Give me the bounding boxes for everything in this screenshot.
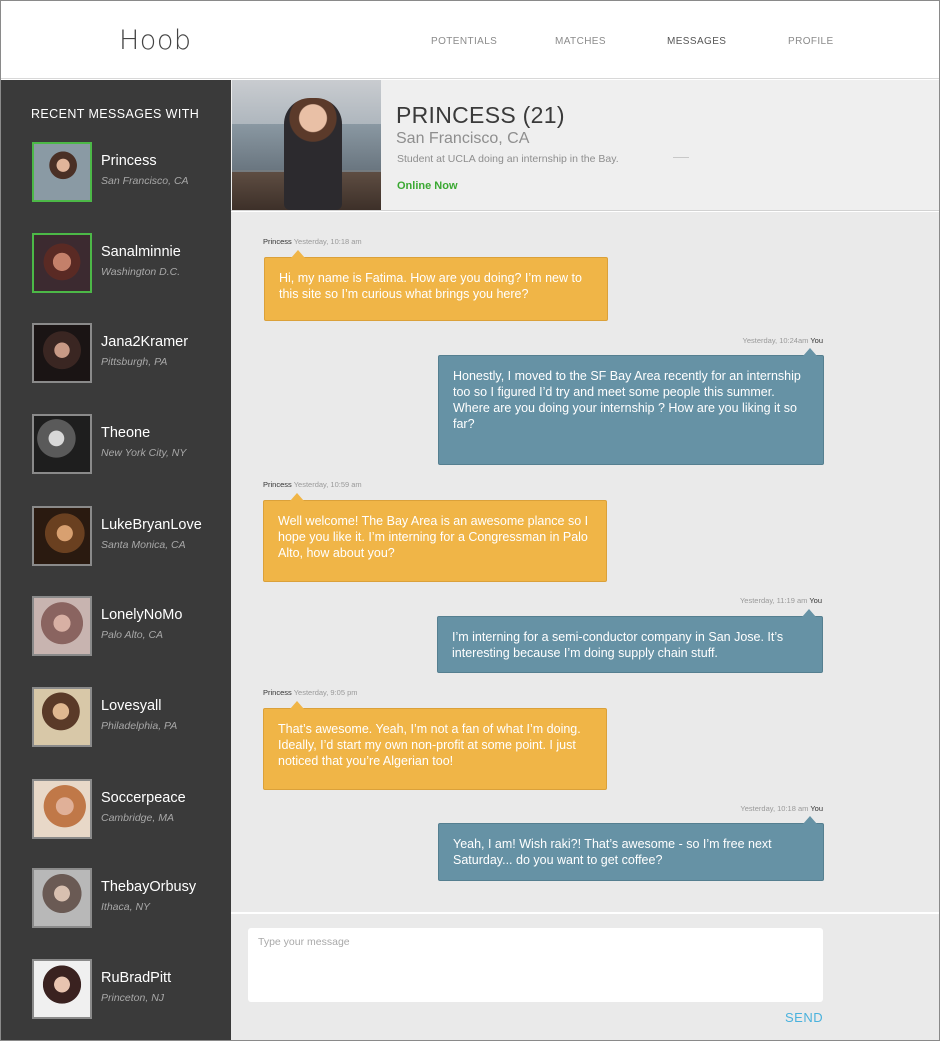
contact-avatar	[32, 233, 92, 293]
message-sender: You	[809, 596, 822, 605]
contact-location: Princeton, NJ	[101, 992, 165, 1004]
contact-item-princess[interactable]: Princess San Francisco, CA	[32, 142, 228, 204]
message-bubble-received: Well welcome! The Bay Area is an awesome…	[263, 493, 607, 582]
nav-profile[interactable]: PROFILE	[788, 36, 834, 47]
message-time: Yesterday, 10:18 am	[740, 804, 809, 813]
message-sender: Princess	[263, 480, 292, 489]
message-sender: Princess	[263, 237, 292, 246]
contact-avatar	[32, 687, 92, 747]
message-bubble-sent: I’m interning for a semi-conductor compa…	[437, 609, 823, 673]
profile-bio: Student at UCLA doing an internship in t…	[397, 153, 619, 165]
message-input[interactable]	[248, 928, 823, 1002]
message-time: Yesterday, 10:24am	[742, 336, 809, 345]
contact-avatar	[32, 323, 92, 383]
contact-name: LonelyNoMo	[101, 607, 183, 623]
nav-potentials[interactable]: POTENTIALS	[431, 36, 497, 47]
message-bubble-sent: Honestly, I moved to the SF Bay Area rec…	[438, 348, 824, 465]
contact-avatar	[32, 142, 92, 202]
contact-item-sanalminnie[interactable]: Sanalminnie Washington D.C.	[32, 233, 228, 295]
contact-name: Jana2Kramer	[101, 334, 189, 350]
message-meta: Yesterday, 10:24am You	[743, 336, 824, 345]
contact-location: Ithaca, NY	[101, 901, 151, 913]
message-time: Yesterday, 10:18 am	[293, 237, 362, 246]
contact-item-lonelynomo[interactable]: LonelyNoMo Palo Alto, CA	[32, 596, 228, 658]
contact-avatar	[32, 596, 92, 656]
contact-name: Soccerpeace	[101, 790, 186, 806]
message-bubble-received: That’s awesome. Yeah, I’m not a fan of w…	[263, 701, 607, 790]
contact-name: Princess	[101, 153, 157, 169]
message-time: Yesterday, 11:19 am	[739, 596, 808, 605]
message-bubble-sent: Yeah, I am! Wish raki?! That’s awesome -…	[438, 816, 824, 881]
message-bubble-received: Hi, my name is Fatima. How are you doing…	[264, 250, 608, 321]
message-sender: You	[810, 804, 823, 813]
contact-name: RuBradPitt	[101, 970, 172, 986]
contact-avatar	[32, 779, 92, 839]
contact-location: Cambridge, MA	[101, 812, 174, 824]
contact-location: Pittsburgh, PA	[101, 356, 168, 368]
contact-location: Santa Monica, CA	[101, 539, 186, 551]
message-meta: Princess Yesterday, 9:05 pm	[263, 688, 358, 697]
contact-avatar	[32, 868, 92, 928]
app-logo[interactable]: Hoob	[119, 25, 191, 56]
online-status: Online Now	[397, 180, 458, 192]
message-time: Yesterday, 10:59 am	[293, 480, 362, 489]
contact-avatar	[32, 506, 92, 566]
message-sender: Princess	[263, 688, 292, 697]
nav-matches[interactable]: MATCHES	[555, 36, 606, 47]
message-time: Yesterday, 9:05 pm	[293, 688, 358, 697]
message-meta: Princess Yesterday, 10:18 am	[263, 237, 362, 246]
contact-item-theone[interactable]: Theone New York City, NY	[32, 414, 228, 476]
sidebar-title: RECENT MESSAGES WITH	[31, 107, 200, 121]
contact-item-soccerpeace[interactable]: Soccerpeace Cambridge, MA	[32, 779, 228, 841]
message-meta: Yesterday, 11:19 am You	[740, 596, 822, 605]
profile-header: PRINCESS (21) San Francisco, CA Student …	[231, 80, 939, 211]
contact-avatar	[32, 414, 92, 474]
profile-location: San Francisco, CA	[396, 130, 530, 147]
message-meta: Yesterday, 10:18 am You	[740, 804, 823, 813]
contact-location: Philadelphia, PA	[101, 720, 178, 732]
top-header: Hoob POTENTIALS MATCHES MESSAGES PROFILE	[1, 1, 939, 79]
contact-location: Washington D.C.	[101, 266, 181, 278]
contact-item-lukebryanlove[interactable]: LukeBryanLove Santa Monica, CA	[32, 506, 228, 568]
message-meta: Princess Yesterday, 10:59 am	[263, 480, 362, 489]
contact-avatar	[32, 959, 92, 1019]
recent-messages-sidebar: RECENT MESSAGES WITH Princess San Franci…	[1, 80, 231, 1040]
contact-item-jana2kramer[interactable]: Jana2Kramer Pittsburgh, PA	[32, 323, 228, 385]
message-composer: SEND	[231, 912, 939, 1040]
contact-name: Sanalminnie	[101, 244, 181, 260]
profile-photo[interactable]	[232, 80, 381, 210]
message-thread: Princess Yesterday, 10:18 am Hi, my name…	[231, 212, 939, 912]
divider	[673, 157, 689, 158]
contact-name: ThebayOrbusy	[101, 879, 197, 895]
contact-item-thebayorbusy[interactable]: ThebayOrbusy Ithaca, NY	[32, 868, 228, 930]
contact-item-lovesyall[interactable]: Lovesyall Philadelphia, PA	[32, 687, 228, 749]
contact-name: Theone	[101, 425, 151, 441]
contact-item-rubradpitt[interactable]: RuBradPitt Princeton, NJ	[32, 959, 228, 1021]
send-button[interactable]: SEND	[785, 1010, 823, 1025]
profile-name: PRINCESS (21)	[396, 102, 565, 128]
contact-location: New York City, NY	[101, 447, 187, 459]
nav-messages[interactable]: MESSAGES	[667, 36, 726, 47]
message-sender: You	[810, 336, 823, 345]
contact-name: LukeBryanLove	[101, 517, 202, 533]
contact-location: Palo Alto, CA	[101, 629, 164, 641]
contact-location: San Francisco, CA	[101, 175, 189, 187]
contact-name: Lovesyall	[101, 698, 162, 714]
